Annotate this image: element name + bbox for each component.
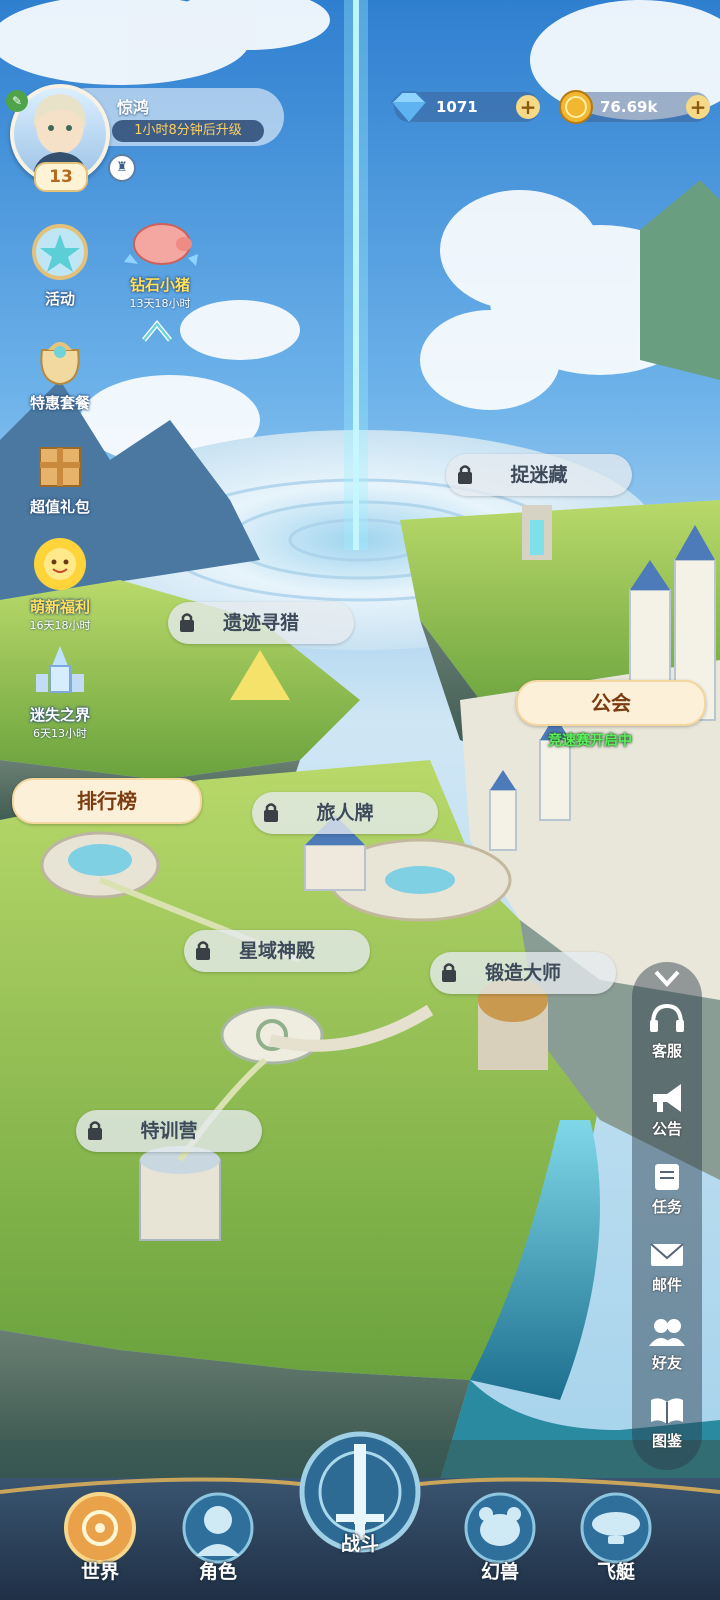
newbie-welfare-button[interactable]: 萌新福利 16天18小时 — [14, 534, 106, 633]
airship-icon — [580, 1492, 652, 1564]
gold-counter[interactable]: 76.69k + — [559, 90, 710, 124]
guild-label: 公会 — [591, 691, 631, 715]
nav-airship[interactable]: 飞艇 — [566, 1490, 666, 1584]
lock-icon — [458, 465, 472, 484]
nav-battle[interactable]: 战斗 — [292, 1430, 428, 1556]
chevron-up-icon — [142, 320, 172, 342]
lock-icon — [442, 963, 456, 982]
customer-service-label: 客服 — [651, 1042, 682, 1060]
lock-icon — [264, 803, 278, 822]
lock-icon — [180, 613, 194, 632]
location-forge-master[interactable]: 锻造大师 — [430, 952, 616, 994]
gold-count: 76.69k — [600, 98, 658, 116]
relic-hunt-label: 遗迹寻猎 — [222, 612, 299, 634]
traveler-card-label: 旅人牌 — [316, 802, 374, 824]
friends-button[interactable]: 好友 — [632, 1314, 702, 1373]
newbie-welfare-timer: 16天18小时 — [29, 619, 91, 632]
beast-mascot-icon — [464, 1492, 536, 1564]
lost-realm-button[interactable]: 迷失之界 6天13小时 — [14, 642, 106, 741]
training-camp-label: 特训营 — [140, 1120, 198, 1142]
hide-seek-label: 捉迷藏 — [510, 464, 568, 486]
diamond-count: 1071 — [436, 98, 478, 116]
codex-label: 图鉴 — [651, 1432, 682, 1450]
quest-button[interactable]: 任务 — [632, 1158, 702, 1217]
diamond-piggy-label: 钻石小猪 — [129, 276, 190, 294]
scroll-icon — [655, 1164, 679, 1190]
newbie-welfare-label: 萌新福利 — [29, 598, 90, 616]
lost-realm-label: 迷失之界 — [29, 706, 90, 724]
collapse-side-menu-icon[interactable] — [652, 966, 682, 994]
mail-icon — [650, 1243, 684, 1266]
megaphone-icon — [653, 1084, 681, 1112]
sunflower-icon — [34, 538, 86, 590]
lock-icon — [88, 1121, 102, 1140]
nav-airship-label: 飞艇 — [596, 1561, 635, 1583]
quest-label: 任务 — [651, 1198, 682, 1216]
diamond-icon — [390, 91, 428, 124]
piggy-bank-icon — [124, 223, 198, 266]
location-guild[interactable]: 公会 — [516, 680, 706, 726]
world-emblem-icon — [64, 1492, 136, 1564]
location-hide-seek[interactable]: 捉迷藏 — [446, 454, 632, 496]
value-gift-button[interactable]: 超值礼包 — [14, 436, 106, 517]
lost-realm-timer: 6天13小时 — [33, 727, 87, 740]
location-ranking[interactable]: 排行榜 — [12, 778, 202, 824]
player-name: 惊鸿 — [117, 98, 150, 117]
announcement-button[interactable]: 公告 — [632, 1080, 702, 1139]
special-package-label: 特惠套餐 — [29, 394, 90, 412]
special-package-button[interactable]: 特惠套餐 — [14, 326, 106, 413]
gold-coin-icon — [559, 90, 593, 124]
rank-badge-icon[interactable]: ♜ — [108, 154, 136, 182]
nav-battle-label: 战斗 — [340, 1533, 379, 1555]
chevron-down-icon — [654, 970, 680, 987]
gift-box-icon — [39, 447, 81, 487]
value-gift-label: 超值礼包 — [29, 498, 90, 516]
friends-icon — [649, 1319, 685, 1346]
ranking-label: 排行榜 — [77, 789, 137, 813]
player-level: 13 — [34, 162, 88, 192]
location-star-temple[interactable]: 星域神殿 — [184, 930, 370, 972]
nav-world-label: 世界 — [80, 1561, 119, 1583]
nav-character-label: 角色 — [198, 1561, 237, 1583]
upgrade-timer: 1小时8分钟后升级 — [112, 120, 264, 142]
nav-beast-label: 幻兽 — [480, 1561, 519, 1583]
customer-service-button[interactable]: 客服 — [632, 1002, 702, 1061]
edit-profile-icon[interactable]: ✎ — [6, 90, 28, 112]
headset-icon — [650, 1003, 684, 1032]
nav-character[interactable]: 角色 — [168, 1490, 268, 1584]
add-gold-button[interactable]: + — [686, 95, 710, 119]
lock-icon — [196, 941, 210, 960]
nav-world[interactable]: 世界 — [50, 1490, 150, 1584]
collapse-menu-icon[interactable] — [140, 316, 174, 346]
location-traveler-card[interactable]: 旅人牌 — [252, 792, 438, 834]
forge-master-label: 锻造大师 — [484, 962, 561, 984]
codex-button[interactable]: 图鉴 — [632, 1392, 702, 1451]
mail-button[interactable]: 邮件 — [632, 1236, 702, 1295]
activity-star-icon — [32, 224, 88, 280]
star-temple-label: 星域神殿 — [238, 940, 315, 962]
location-training-camp[interactable]: 特训营 — [76, 1110, 262, 1152]
character-silhouette-icon — [182, 1492, 254, 1564]
nav-beast[interactable]: 幻兽 — [450, 1490, 550, 1584]
diamond-counter[interactable]: 1071 + — [390, 91, 540, 124]
crystal-castle-icon — [36, 646, 84, 693]
activity-button[interactable]: 活动 — [18, 222, 102, 309]
location-relic-hunt[interactable]: 遗迹寻猎 — [168, 602, 354, 644]
activity-label: 活动 — [44, 290, 75, 308]
book-icon — [651, 1398, 683, 1424]
diamond-piggy-timer: 13天18小时 — [129, 297, 191, 310]
upgrade-timer-text: 1小时8分钟后升级 — [134, 123, 242, 138]
guild-status: 竞速赛开启中 — [548, 733, 632, 749]
friends-label: 好友 — [651, 1354, 682, 1372]
add-diamond-button[interactable]: + — [516, 95, 540, 119]
announcement-label: 公告 — [651, 1120, 682, 1138]
gift-bag-icon — [40, 342, 80, 386]
mail-label: 邮件 — [651, 1276, 682, 1294]
diamond-piggy-button[interactable]: 钻石小猪 13天18小时 — [110, 214, 210, 311]
